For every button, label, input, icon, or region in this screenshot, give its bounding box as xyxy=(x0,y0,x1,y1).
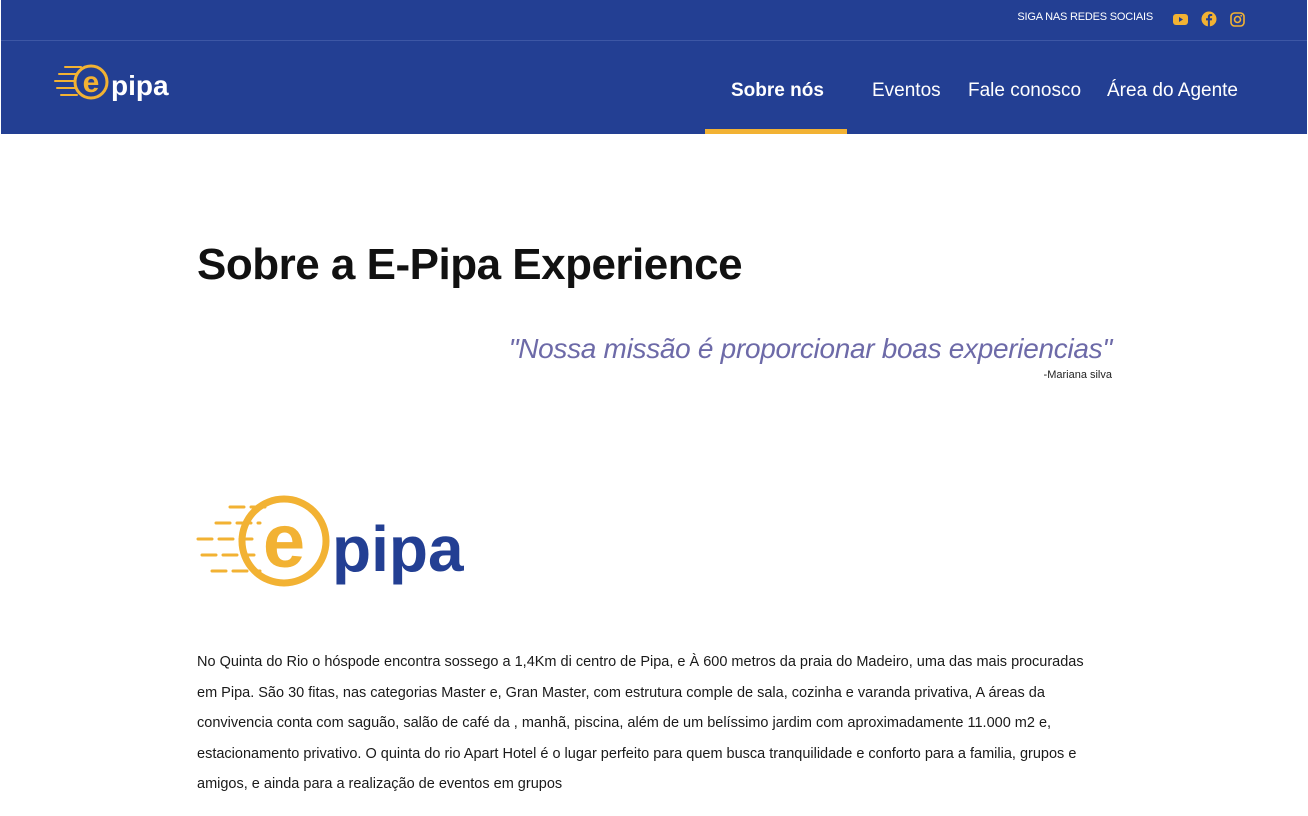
social-topbar: SIGA NAS REDES SOCIAIS xyxy=(1,0,1307,41)
site-header: SIGA NAS REDES SOCIAIS e pipa Sobre nós … xyxy=(1,0,1307,134)
nav-area-do-agente[interactable]: Área do Agente xyxy=(1107,80,1238,102)
quote-author: -Mariana silva xyxy=(1043,369,1112,381)
speed-lines-icon xyxy=(196,505,270,573)
header-logo[interactable]: e pipa xyxy=(53,61,185,107)
instagram-icon[interactable] xyxy=(1228,10,1246,28)
page: SIGA NAS REDES SOCIAIS e pipa Sobre nós … xyxy=(0,0,1308,816)
svg-text:e: e xyxy=(263,499,305,584)
social-label: SIGA NAS REDES SOCIAIS xyxy=(1017,11,1153,23)
about-description: No Quinta do Rio o hóspode encontra soss… xyxy=(197,654,1084,792)
page-title: Sobre a E-Pipa Experience xyxy=(197,240,743,289)
svg-text:e: e xyxy=(83,66,100,99)
nav-eventos[interactable]: Eventos xyxy=(872,80,941,102)
nav-sobre-nos[interactable]: Sobre nós xyxy=(731,80,824,102)
epipa-logo: e pipa xyxy=(196,493,486,589)
youtube-icon[interactable] xyxy=(1171,10,1189,28)
facebook-icon[interactable] xyxy=(1200,10,1218,28)
mission-quote: "Nossa missão é proporcionar boas experi… xyxy=(508,333,1113,364)
logo-text: pipa xyxy=(111,70,169,101)
active-nav-indicator xyxy=(705,129,847,134)
nav-fale-conosco[interactable]: Fale conosco xyxy=(968,80,1081,102)
logo-text: pipa xyxy=(332,513,464,585)
